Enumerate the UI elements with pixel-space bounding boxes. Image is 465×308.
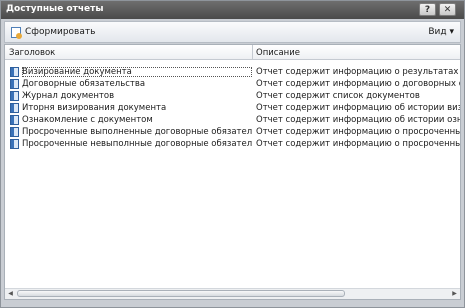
row-description: Отчет содержит информацию об истории озн…: [256, 115, 460, 125]
help-button[interactable]: ?: [419, 3, 436, 16]
title-bar[interactable]: Доступные отчеты ? ✕: [1, 1, 464, 19]
report-icon: [10, 103, 19, 113]
table-row[interactable]: Просроченные выполненные договорные обяз…: [5, 126, 460, 138]
row-description: Отчет содержит информацию о просроченных…: [256, 139, 460, 149]
close-button[interactable]: ✕: [439, 3, 456, 16]
report-icon: [10, 91, 19, 101]
column-header-description[interactable]: Описание: [256, 48, 300, 58]
row-title: Журнал документов: [22, 91, 115, 101]
row-title: Договорные обязательства: [22, 79, 146, 89]
row-title: Визирование документа: [22, 67, 252, 77]
scrollbar-thumb[interactable]: [17, 290, 345, 297]
horizontal-scrollbar[interactable]: ◀ ▶: [5, 288, 460, 299]
report-generate-icon: [11, 27, 22, 39]
row-description: Отчет содержит список документов: [256, 91, 420, 101]
report-icon: [10, 115, 19, 125]
view-menu-button[interactable]: Вид ▾: [428, 27, 454, 37]
table-row[interactable]: Иторня визирования документа Отчет содер…: [5, 102, 460, 114]
row-title: Иторня визирования документа: [22, 103, 167, 113]
table-row[interactable]: Договорные обязательства Отчет содержит …: [5, 78, 460, 90]
window-title: Доступные отчеты: [6, 4, 104, 14]
row-description: Отчет содержит информацию об истории виз…: [256, 103, 460, 113]
row-title: Просроченные выполненные договорные обяз…: [22, 127, 252, 137]
row-description: Отчет содержит информацию о договорных о…: [256, 79, 460, 89]
report-icon: [10, 67, 19, 77]
row-description: Отчет содержит информацию о просроченных…: [256, 127, 460, 137]
scroll-right-icon[interactable]: ▶: [450, 290, 459, 298]
column-header-title[interactable]: Заголовок: [9, 48, 55, 58]
scroll-left-icon[interactable]: ◀: [6, 290, 15, 298]
row-description: Отчет содержит информацию о результатах …: [256, 67, 460, 77]
table-row[interactable]: Ознакомление с документом Отчет содержит…: [5, 114, 460, 126]
grid-header: Заголовок Описание: [5, 45, 460, 60]
table-row[interactable]: Журнал документов Отчет содержит список …: [5, 90, 460, 102]
row-title: Ознакомление с документом: [22, 115, 153, 125]
reports-grid: Заголовок Описание Визирование документа…: [4, 44, 461, 300]
row-title: Просроченные невыполнные договорные обяз…: [22, 139, 252, 149]
toolbar: Сформировать Вид ▾: [4, 21, 461, 43]
report-icon: [10, 79, 19, 89]
table-row[interactable]: Визирование документа Отчет содержит инф…: [5, 66, 460, 78]
table-row[interactable]: Просроченные невыполнные договорные обяз…: [5, 138, 460, 150]
generate-label: Сформировать: [25, 27, 96, 37]
report-icon: [10, 127, 19, 137]
column-divider[interactable]: [252, 45, 253, 59]
reports-window: Доступные отчеты ? ✕ Сформировать Вид ▾ …: [0, 0, 465, 308]
report-icon: [10, 139, 19, 149]
